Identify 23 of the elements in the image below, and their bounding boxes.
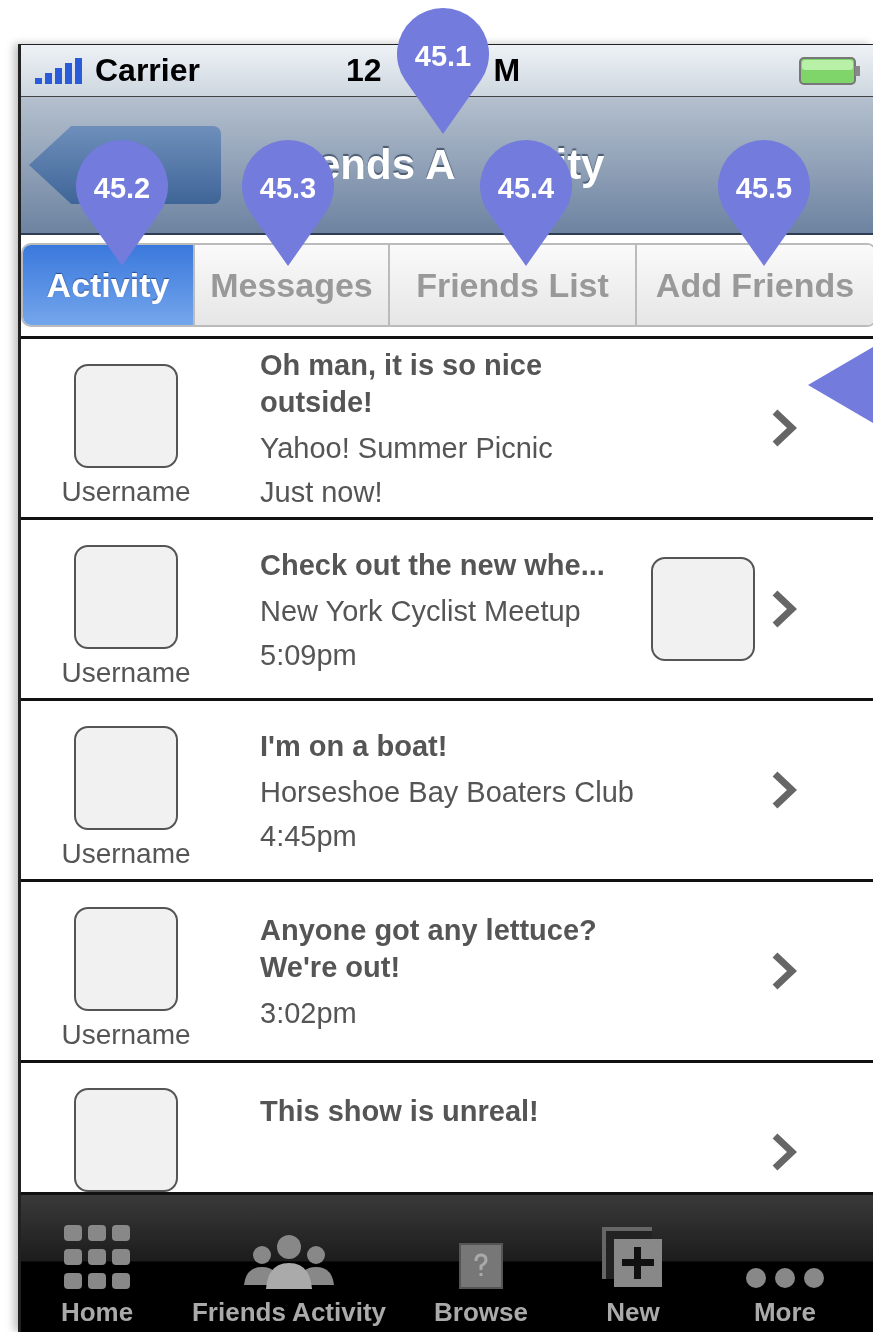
post-time: 5:09pm bbox=[260, 637, 358, 672]
clock-time: M bbox=[493, 52, 521, 89]
clock-time: 12 bbox=[345, 52, 382, 89]
post-title: Oh man, it is so nice outside! bbox=[260, 348, 543, 420]
group-name: New York Cyclist Meetup bbox=[260, 593, 582, 628]
annotation-tooltip: 45.1 bbox=[397, 6, 489, 134]
post-time: 3:02pm bbox=[260, 996, 358, 1030]
group-name: Yahoo! Summer Picnic bbox=[260, 431, 554, 465]
post-time: 4:45pm bbox=[260, 818, 358, 853]
screen-title: ity bbox=[555, 141, 605, 189]
post-title: Anyone got any lettuce? We're out! bbox=[260, 913, 598, 985]
username-label: Username bbox=[61, 476, 191, 508]
post-title: Check out the new whe... bbox=[260, 547, 606, 583]
carrier-name: Carrier bbox=[95, 52, 200, 89]
username-label: Username bbox=[61, 838, 191, 870]
post-time: Just now! bbox=[260, 475, 384, 509]
username-label: Username bbox=[61, 1019, 191, 1051]
post-title: I'm on a boat! bbox=[260, 728, 449, 764]
username-label: Username bbox=[61, 657, 191, 689]
post-title: This show is unreal! bbox=[260, 1094, 540, 1129]
annotation-tooltip: 45.2 bbox=[76, 138, 168, 266]
annotation-tooltip: 45.5 bbox=[718, 138, 810, 266]
group-name: Horseshoe Bay Boaters Club bbox=[260, 774, 635, 809]
